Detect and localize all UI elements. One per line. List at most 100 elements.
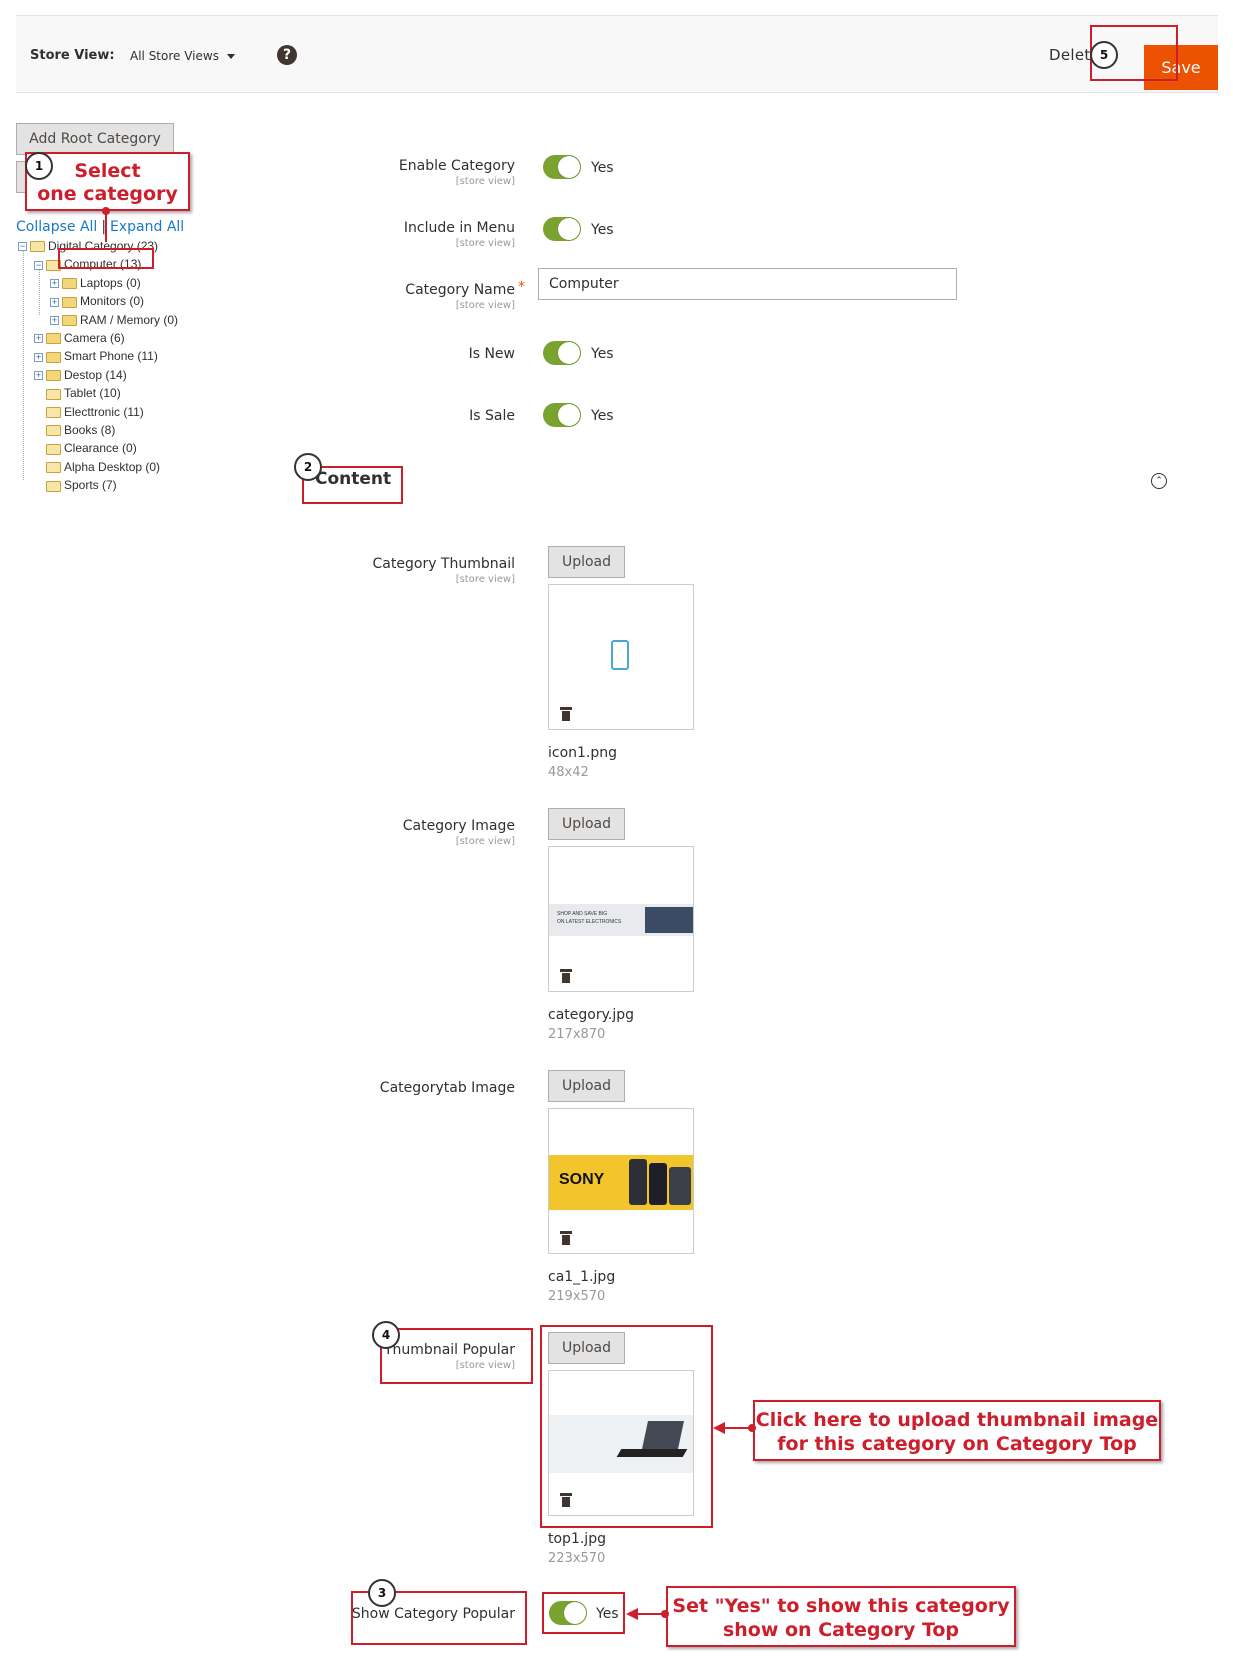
categorytab-image-preview: SONY: [548, 1108, 694, 1254]
category-image-preview: SHOP AND SAVE BIG ON LATEST ELECTRONICS: [548, 846, 694, 992]
collapse-node-icon[interactable]: −: [34, 260, 43, 270]
thumbnail-popular-label: Thumbnail Popular: [384, 1342, 515, 1358]
phone-graphic: [649, 1163, 667, 1205]
expand-node-icon[interactable]: +: [34, 334, 43, 344]
caret-down-icon: [226, 54, 235, 59]
category-name-input[interactable]: Computer: [538, 268, 957, 300]
thumbnail-popular-filename: top1.jpg: [548, 1531, 606, 1547]
toggle-knob: [564, 1602, 586, 1624]
tree-node[interactable]: Tablet (10): [34, 385, 121, 401]
category-image-dimensions: 217x870: [548, 1027, 606, 1042]
tree-node[interactable]: + Camera (6): [34, 330, 125, 346]
trash-icon[interactable]: [560, 1231, 572, 1245]
trash-icon[interactable]: [560, 707, 572, 721]
folder-icon: [62, 278, 77, 290]
tree-node[interactable]: + Monitors (0): [50, 293, 144, 309]
categorytab-image-filename: ca1_1.jpg: [548, 1269, 616, 1285]
tree-node-label: Smart Phone (11): [64, 349, 158, 364]
enable-category-label: Enable Category: [398, 158, 515, 174]
help-icon[interactable]: ?: [277, 45, 297, 65]
add-root-category-button[interactable]: Add Root Category: [16, 123, 174, 155]
tree-node-label: Destop (14): [64, 367, 127, 382]
show-category-popular-label: Show Category Popular: [351, 1606, 515, 1622]
scope-hint: [store view]: [455, 836, 515, 847]
selected-category-highlight: [58, 248, 154, 269]
category-thumbnail-upload-button[interactable]: Upload: [548, 546, 625, 578]
set-yes-callout-line-1: Set "Yes" to show this category: [672, 1595, 1010, 1617]
tree-node[interactable]: + RAM / Memory (0): [50, 312, 178, 328]
folder-icon: [46, 370, 61, 382]
step-4-marker: 4: [372, 1321, 400, 1349]
folder-icon: [46, 462, 61, 474]
category-thumbnail-label: Category Thumbnail: [372, 556, 515, 572]
store-view-label: Store View:: [30, 48, 115, 63]
step-1-arrow-dot: [102, 207, 110, 215]
category-image-filename: category.jpg: [548, 1007, 634, 1023]
phone-graphic: [629, 1159, 647, 1205]
toggle-knob: [558, 404, 580, 426]
folder-icon: [30, 241, 45, 253]
tree-node[interactable]: + Laptops (0): [50, 275, 141, 291]
collapse-node-icon[interactable]: −: [18, 242, 27, 252]
tree-node[interactable]: Electtronic (11): [34, 404, 144, 420]
tree-node[interactable]: Alpha Desktop (0): [34, 459, 160, 475]
tree-node[interactable]: + Smart Phone (11): [34, 348, 158, 364]
enable-category-toggle[interactable]: [543, 155, 581, 179]
collapse-all-link[interactable]: Collapse All: [16, 219, 97, 235]
category-image-upload-button[interactable]: Upload: [548, 808, 625, 840]
step-2-marker: 2: [294, 453, 322, 481]
expand-node-icon[interactable]: +: [34, 352, 43, 362]
categorytab-image-label: Categorytab Image: [379, 1080, 515, 1096]
folder-icon: [46, 351, 61, 363]
folder-icon: [46, 425, 61, 437]
tree-guide-line: [23, 248, 24, 480]
toggle-knob: [558, 156, 580, 178]
store-view-switcher[interactable]: All Store Views: [130, 49, 235, 63]
store-view-toolbar: Store View: All Store Views ? Delete Sav…: [16, 15, 1218, 93]
upload-thumbnail-callout-line-2: for this category on Category Top: [777, 1433, 1137, 1455]
trash-icon[interactable]: [560, 969, 572, 983]
category-thumbnail-preview: [548, 584, 694, 730]
laptop-screen-graphic: [642, 1421, 684, 1449]
tree-node[interactable]: Books (8): [34, 422, 115, 438]
is-sale-label: Is Sale: [469, 408, 515, 424]
step-5-marker: 5: [1090, 41, 1118, 69]
include-in-menu-value: Yes: [591, 222, 614, 238]
upload-thumbnail-callout: Click here to upload thumbnail image for…: [753, 1400, 1161, 1461]
toggle-knob: [558, 342, 580, 364]
tree-node[interactable]: Sports (7): [34, 477, 117, 493]
folder-icon: [62, 314, 77, 326]
is-new-toggle[interactable]: [543, 341, 581, 365]
folder-icon: [62, 296, 77, 308]
tree-node[interactable]: + Destop (14): [34, 367, 127, 383]
tree-node-label: Electtronic (11): [64, 404, 144, 419]
trash-icon[interactable]: [560, 1493, 572, 1507]
chevron-up-icon[interactable]: ⌃: [1151, 473, 1167, 489]
tree-node-label: Clearance (0): [64, 441, 137, 456]
scope-hint: [store view]: [455, 238, 515, 249]
tree-node-label: Alpha Desktop (0): [64, 459, 161, 474]
folder-icon: [46, 333, 61, 345]
expand-all-link[interactable]: Expand All: [110, 219, 184, 235]
categorytab-image-upload-button[interactable]: Upload: [548, 1070, 625, 1102]
expand-node-icon[interactable]: +: [50, 279, 59, 289]
folder-icon: [46, 443, 61, 455]
tree-guide-line: [39, 265, 40, 315]
expand-node-icon[interactable]: +: [50, 297, 59, 307]
categorytab-image-dimensions: 219x570: [548, 1289, 606, 1304]
thumbnail-popular-preview: [548, 1370, 694, 1516]
required-mark: *: [518, 279, 525, 295]
laptop-graphic: [616, 1449, 688, 1457]
is-new-label: Is New: [468, 346, 515, 362]
thumbnail-popular-upload-button[interactable]: Upload: [548, 1332, 625, 1364]
set-yes-callout-line-2: show on Category Top: [722, 1619, 960, 1641]
phone-graphic: [669, 1167, 691, 1205]
content-section-title[interactable]: Content: [315, 469, 391, 489]
expand-node-icon[interactable]: +: [50, 315, 59, 325]
include-in-menu-toggle[interactable]: [543, 217, 581, 241]
set-yes-callout: Set "Yes" to show this category show on …: [666, 1586, 1016, 1647]
is-sale-toggle[interactable]: [543, 403, 581, 427]
tree-node[interactable]: Clearance (0): [34, 440, 137, 456]
expand-node-icon[interactable]: +: [34, 371, 43, 381]
show-category-popular-toggle[interactable]: [549, 1601, 587, 1625]
